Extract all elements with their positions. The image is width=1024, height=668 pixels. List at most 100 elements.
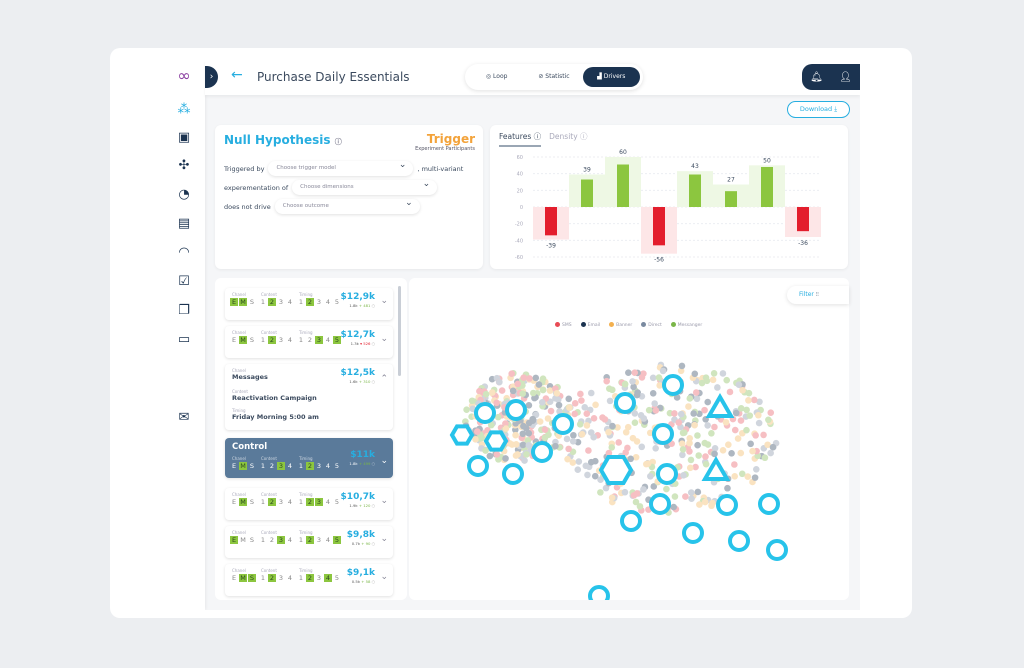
data-point [502, 425, 510, 432]
documents-icon[interactable]: ❐ [176, 303, 192, 319]
data-point [719, 370, 727, 377]
data-point [711, 450, 718, 458]
data-point [744, 473, 752, 480]
pie-chart-icon[interactable]: ◔ [176, 187, 192, 203]
scrollbar[interactable] [398, 286, 401, 376]
data-point [547, 407, 555, 415]
data-point [597, 489, 604, 496]
dimensions-select[interactable]: Choose dimensions [292, 177, 438, 195]
price: $9,8k [346, 530, 375, 540]
data-point [576, 421, 584, 428]
variant-item[interactable]: $12,7k 1.3k ▾ 526 ◌ ⌄ Chanel Content Timing E M… [225, 326, 393, 358]
control-item[interactable]: Control $11k 1.8k + 499 ◌ ⌄ Chanel Content Tim… [225, 438, 393, 478]
sidebar: ∞ ⁂ ▣ ✣ ◔ ▤ ◠ ☑ ❐ ▭ ✉ [163, 60, 205, 610]
data-point [703, 377, 711, 385]
features-panel: Features ⓘ Density ⓘ 60 40 20 0 -20 -40 -60 -39… [490, 125, 848, 269]
data-point [694, 441, 701, 449]
data-point [631, 369, 639, 376]
clipboard-icon[interactable]: ▤ [176, 216, 192, 232]
data-point [502, 455, 509, 462]
data-point [644, 460, 652, 467]
download-button[interactable]: Download ⤓ [787, 101, 850, 118]
data-point [704, 398, 712, 406]
dashboard-icon[interactable]: ▣ [176, 130, 192, 146]
variant-item[interactable]: $12,9k 1.8k + 481 ◌ ⌄ Chanel Content Timing E M… [225, 288, 393, 320]
feedback-icon[interactable]: ✉ [176, 410, 192, 426]
data-point [625, 369, 632, 376]
data-point [680, 472, 687, 479]
data-point [544, 415, 552, 422]
back-arrow-icon[interactable]: ← [231, 67, 243, 83]
label: experementation of [224, 183, 289, 192]
chevron-down-icon[interactable]: ⌄ [380, 334, 388, 344]
data-point [637, 412, 645, 419]
chevron-down-icon[interactable]: ⌄ [380, 296, 388, 306]
data-point [605, 385, 613, 392]
data-point [520, 422, 527, 430]
data-point [590, 415, 598, 422]
logo-infinity-icon: ∞ [177, 66, 191, 85]
network-icon[interactable]: ✣ [176, 158, 192, 174]
data-point [463, 406, 470, 414]
user-icon[interactable]: 👤︎ [839, 72, 852, 83]
highlight-hexagon [449, 424, 475, 446]
data-point [671, 493, 679, 500]
highlight-circle [656, 463, 678, 485]
features-bar-chart: 60 40 20 0 -20 -40 -60 -39 39 60 -56 43 27 50 -36 [515, 149, 821, 264]
channel-values: EMS [231, 574, 256, 582]
variant-item[interactable]: $10,7k 1.9k + 120 ◌ ⌄ Chanel Content Timing E M… [225, 488, 393, 520]
channel-values: EMS [230, 298, 255, 306]
channel-label: Chanel [232, 492, 246, 497]
data-point [685, 403, 692, 410]
book-icon[interactable]: ▭ [176, 332, 192, 348]
tab-statistic[interactable]: ⊘ Statistic [525, 67, 582, 87]
stat: 1.9k + 120 ◌ [349, 503, 375, 508]
data-point [687, 489, 695, 496]
data-point [694, 488, 702, 496]
tab-drivers[interactable]: ▟ Drivers [582, 67, 640, 87]
variant-item[interactable]: $9,8k 0.7k + 90 ◌ ⌄ Chanel Content Timing E M S 1… [225, 526, 393, 558]
data-point [539, 386, 547, 394]
variant-list: $12,9k 1.8k + 481 ◌ ⌄ Chanel Content Timing E M… [215, 278, 407, 600]
chevron-down-icon[interactable]: ⌄ [380, 456, 388, 466]
price: $10,7k [340, 492, 375, 502]
data-point [563, 435, 571, 443]
chevron-down-icon[interactable]: ⌄ [380, 534, 388, 544]
data-point [523, 451, 530, 458]
price: $9,1k [346, 568, 375, 578]
notification-bell-icon[interactable]: 🔔︎ [810, 72, 823, 83]
trigger-model-select[interactable]: Choose trigger model [268, 158, 414, 176]
channel-values: EMS [231, 336, 255, 344]
data-point [597, 476, 604, 483]
chevron-up-icon[interactable]: ⌃ [380, 374, 388, 384]
info-icon[interactable]: ⓘ [335, 138, 342, 146]
data-point [731, 426, 739, 434]
data-point [731, 461, 738, 468]
chevron-down-icon[interactable]: ⌄ [380, 496, 388, 506]
data-point [726, 388, 734, 396]
data-point [671, 410, 678, 417]
variant-item[interactable]: $12,5k 1.6k + 310 ◌ ⌃ Chanel Messages Content… [225, 364, 393, 430]
data-point [570, 431, 577, 439]
chevron-down-icon[interactable]: ⌄ [380, 572, 388, 582]
tab-loop[interactable]: ◎ Loop [468, 67, 525, 87]
gauge-icon[interactable]: ◠ [176, 245, 192, 261]
data-point [555, 401, 563, 409]
data-point [601, 416, 609, 423]
expand-sidebar-button[interactable]: › [205, 66, 218, 88]
y-tick-label: -40 [515, 238, 523, 244]
label: Triggered by [224, 164, 265, 173]
y-tick-label: 20 [517, 188, 523, 194]
data-point [728, 450, 735, 457]
variant-item[interactable]: $9,1k 0.5k + 58 ◌ ⌄ Chanel Content Timing E M S 1… [225, 564, 393, 596]
timing-values: 12345 [298, 336, 341, 344]
data-point [747, 440, 754, 448]
data-point [541, 434, 549, 442]
data-point [478, 434, 486, 442]
data-point [649, 374, 657, 382]
data-point [688, 495, 695, 502]
data-point [584, 471, 591, 479]
drivers-icon[interactable]: ⁂ [176, 102, 192, 118]
outcome-select[interactable]: Choose outcome [274, 196, 420, 214]
checklist-icon[interactable]: ☑ [176, 274, 192, 290]
